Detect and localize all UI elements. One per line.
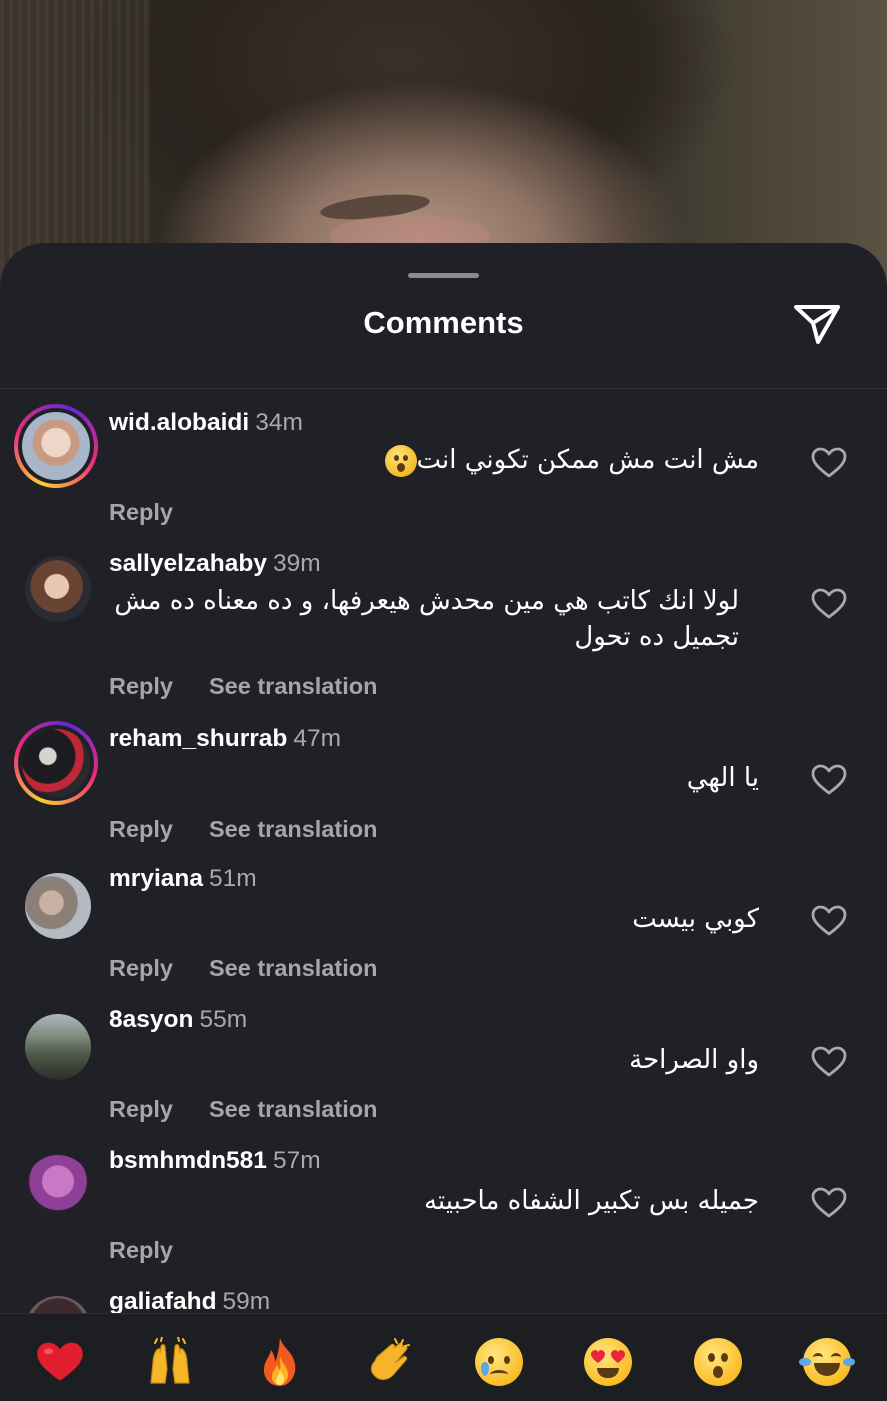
- comment-timestamp: 39m: [272, 550, 321, 577]
- comment-text: يا الهي: [109, 760, 759, 796]
- comment-meta: 8asyon 55m: [109, 1005, 247, 1035]
- avatar[interactable]: [14, 545, 98, 629]
- comment-meta: sallyelzahaby 39m: [109, 549, 321, 579]
- heart-outline-icon: [811, 905, 847, 936]
- comments-sheet: Comments wid.alobaidi 34m مش انت مش ممكن …: [0, 243, 887, 1400]
- avatar-image: [22, 412, 90, 480]
- comment-username[interactable]: bsmhmdn581: [109, 1147, 267, 1174]
- emoji-reaction-bar: [0, 1313, 887, 1401]
- heart-outline-icon: [811, 1187, 847, 1218]
- comment-timestamp: 55m: [199, 1006, 248, 1033]
- comment-username[interactable]: wid.alobaidi: [109, 409, 249, 436]
- reply-button[interactable]: Reply: [109, 499, 173, 525]
- comment-username[interactable]: sallyelzahaby: [109, 550, 267, 577]
- see-translation-button[interactable]: See translation: [209, 816, 377, 842]
- avatar[interactable]: [14, 721, 98, 805]
- fire-emoji-button[interactable]: [254, 1336, 306, 1388]
- raising-hands-icon: [150, 1337, 190, 1384]
- hushed-face-icon: [694, 1338, 742, 1386]
- raising-hands-emoji-button[interactable]: [144, 1336, 196, 1388]
- like-button[interactable]: [808, 1043, 850, 1081]
- comment-meta: reham_shurrab 47m: [109, 724, 341, 754]
- fire-icon: [263, 1338, 296, 1386]
- comment-meta: mryiana 51m: [109, 864, 257, 894]
- comment-username[interactable]: 8asyon: [109, 1006, 193, 1033]
- comment-meta: wid.alobaidi 34m: [109, 408, 303, 438]
- comment-timestamp: 47m: [293, 725, 342, 752]
- comment-username[interactable]: reham_shurrab: [109, 725, 287, 752]
- comment-text: مش انت مش ممكن تكوني انت: [109, 442, 759, 478]
- like-button[interactable]: [808, 585, 850, 623]
- heart-eyes-emoji-button[interactable]: [582, 1336, 634, 1388]
- hushed-face-icon: [384, 444, 417, 477]
- comment-body: واو الصراحة: [629, 1045, 759, 1075]
- comment-actions: Reply See translation: [109, 953, 377, 983]
- comment-username[interactable]: mryiana: [109, 865, 203, 892]
- header-divider: [0, 388, 887, 389]
- avatar[interactable]: [14, 862, 98, 946]
- tears-of-joy-icon: [799, 1338, 855, 1386]
- reply-button[interactable]: Reply: [109, 673, 173, 699]
- reply-button[interactable]: Reply: [109, 1096, 173, 1122]
- comment-body: لولا انك كاتب هي مين محدش هيعرفها، و ده …: [114, 586, 739, 652]
- heart-outline-icon: [811, 447, 847, 478]
- reply-button[interactable]: Reply: [109, 955, 173, 981]
- heart-eyes-icon: [584, 1338, 632, 1386]
- avatar[interactable]: [14, 404, 98, 488]
- comment-body: جميله بس تكبير الشفاه ماحبيته: [423, 1186, 759, 1216]
- avatar-image: [25, 873, 91, 939]
- comment-text: كوبي بيست: [109, 901, 759, 937]
- avatar-image: [22, 729, 90, 797]
- red-heart-emoji-button[interactable]: [34, 1336, 86, 1388]
- like-button[interactable]: [808, 761, 850, 799]
- heart-outline-icon: [811, 1046, 847, 1077]
- comment-body: يا الهي: [686, 763, 759, 793]
- sheet-title: Comments: [363, 305, 524, 340]
- see-translation-button[interactable]: See translation: [209, 1096, 377, 1122]
- see-translation-button[interactable]: See translation: [209, 955, 377, 981]
- crying-face-icon: [475, 1338, 523, 1386]
- like-button[interactable]: [808, 902, 850, 940]
- comment-timestamp: 59m: [222, 1288, 271, 1315]
- comment-text: واو الصراحة: [109, 1042, 759, 1078]
- comment-timestamp: 51m: [208, 865, 257, 892]
- share-button[interactable]: [788, 299, 846, 349]
- comment-text: لولا انك كاتب هي مين محدش هيعرفها، و ده …: [109, 583, 739, 655]
- comment-actions: Reply: [109, 497, 173, 527]
- avatar-image: [25, 1155, 91, 1221]
- heart-outline-icon: [811, 588, 847, 619]
- red-heart-icon: [37, 1342, 83, 1381]
- reply-button[interactable]: Reply: [109, 816, 173, 842]
- hushed-face-emoji-button[interactable]: [692, 1336, 744, 1388]
- like-button[interactable]: [808, 1184, 850, 1222]
- heart-outline-icon: [811, 764, 847, 795]
- tears-of-joy-emoji-button[interactable]: [799, 1336, 855, 1388]
- avatar-image: [25, 556, 91, 622]
- like-button[interactable]: [808, 444, 850, 482]
- clapping-hands-emoji-button[interactable]: [364, 1336, 416, 1388]
- comment-body: كوبي بيست: [632, 904, 759, 934]
- avatar[interactable]: [14, 1003, 98, 1087]
- comment-actions: Reply See translation: [109, 671, 377, 701]
- comment-text: جميله بس تكبير الشفاه ماحبيته: [109, 1183, 759, 1219]
- comment-username[interactable]: galiafahd: [109, 1288, 217, 1315]
- avatar[interactable]: [14, 1144, 98, 1228]
- clapping-hands-icon: [370, 1338, 410, 1381]
- comment-timestamp: 34m: [255, 409, 303, 436]
- reply-button[interactable]: Reply: [109, 1237, 173, 1263]
- comment-meta: bsmhmdn581 57m: [109, 1146, 321, 1176]
- paper-plane-icon: [794, 305, 840, 344]
- comment-timestamp: 57m: [272, 1147, 321, 1174]
- see-translation-button[interactable]: See translation: [209, 673, 377, 699]
- comment-actions: Reply: [109, 1235, 173, 1265]
- sheet-grabber[interactable]: [408, 273, 479, 278]
- avatar-image: [25, 1014, 91, 1080]
- comment-body: مش انت مش ممكن تكوني انت: [416, 445, 760, 475]
- comment-actions: Reply See translation: [109, 814, 377, 844]
- comment-actions: Reply See translation: [109, 1094, 377, 1124]
- crying-face-emoji-button[interactable]: [473, 1336, 525, 1388]
